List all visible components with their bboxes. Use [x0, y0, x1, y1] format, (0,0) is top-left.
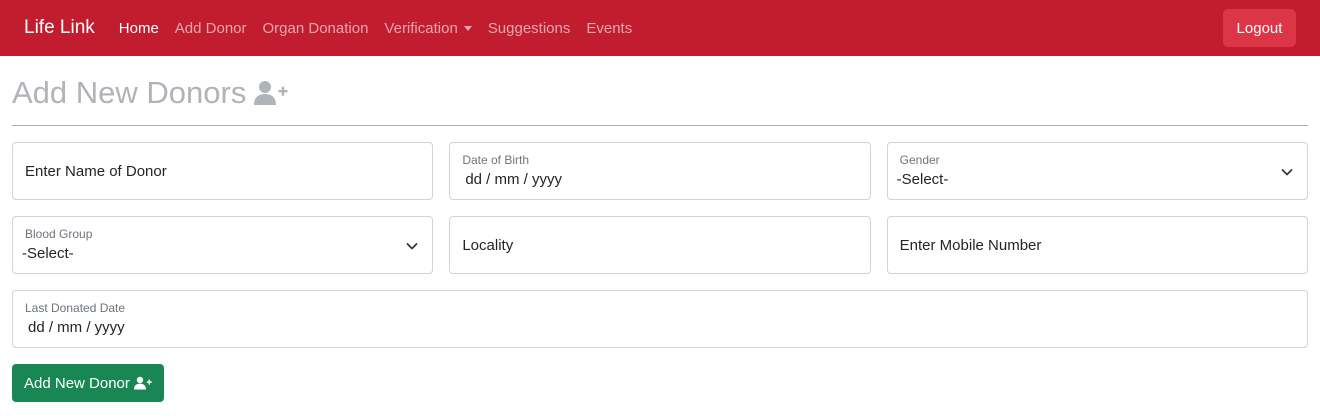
- blood-group-select[interactable]: Blood Group -Select-: [12, 216, 434, 274]
- caret-down-icon: [463, 26, 472, 31]
- add-new-donor-button[interactable]: Add New Donor: [12, 364, 164, 402]
- last-donated-date-input[interactable]: Last Donated Date dd / mm / yyyy: [12, 290, 1308, 348]
- add-new-donor-label: Add New Donor: [24, 374, 130, 392]
- form-row-3: Last Donated Date dd / mm / yyyy: [12, 290, 1308, 348]
- nav-events[interactable]: Events: [586, 20, 632, 37]
- main-content: Add New Donors Enter Name of Donor Date …: [0, 73, 1320, 402]
- user-plus-icon: [133, 376, 152, 390]
- donor-name-input[interactable]: Enter Name of Donor: [12, 142, 434, 200]
- nav-verification-dropdown[interactable]: Verification: [384, 19, 472, 37]
- dob-input[interactable]: Date of Birth dd / mm / yyyy: [449, 142, 871, 200]
- last-donated-label: Last Donated Date: [25, 301, 126, 315]
- title-divider: [12, 125, 1308, 126]
- donor-name-placeholder: Enter Name of Donor: [25, 163, 167, 180]
- nav-home[interactable]: Home: [119, 20, 159, 37]
- gender-label: Gender: [899, 153, 940, 167]
- form-row-2: Blood Group -Select- Locality Enter Mobi…: [12, 216, 1308, 274]
- logout-button[interactable]: Logout: [1223, 9, 1296, 47]
- mobile-number-placeholder: Enter Mobile Number: [899, 237, 1042, 254]
- navbar: Life Link Home Add Donor Organ Donation …: [0, 0, 1320, 56]
- gender-select[interactable]: Gender -Select-: [886, 142, 1308, 200]
- page-title: Add New Donors: [12, 73, 1308, 113]
- last-donated-value: dd / mm / yyyy: [28, 319, 125, 336]
- chevron-down-icon: [406, 239, 418, 257]
- mobile-number-input[interactable]: Enter Mobile Number: [886, 216, 1308, 274]
- dob-value: dd / mm / yyyy: [465, 171, 563, 188]
- blood-group-value: -Select-: [22, 245, 74, 262]
- nav-links: Home Add Donor Organ Donation Verificati…: [119, 20, 648, 37]
- nav-add-donor[interactable]: Add Donor: [175, 20, 247, 37]
- nav-organ-donation[interactable]: Organ Donation: [263, 20, 369, 37]
- nav-verification-label: Verification: [384, 19, 458, 37]
- page-title-text: Add New Donors: [12, 75, 247, 110]
- blood-group-label: Blood Group: [25, 227, 93, 241]
- form-row-1: Enter Name of Donor Date of Birth dd / m…: [12, 142, 1308, 200]
- locality-placeholder: Locality: [462, 237, 514, 254]
- add-donor-form: Enter Name of Donor Date of Birth dd / m…: [12, 142, 1308, 402]
- dob-label: Date of Birth: [462, 153, 530, 167]
- gender-value: -Select-: [896, 171, 949, 188]
- nav-suggestions[interactable]: Suggestions: [488, 20, 571, 37]
- chevron-down-icon: [1281, 165, 1293, 183]
- brand-logo[interactable]: Life Link: [24, 17, 95, 39]
- user-plus-icon: [254, 80, 288, 106]
- locality-input[interactable]: Locality: [449, 216, 871, 274]
